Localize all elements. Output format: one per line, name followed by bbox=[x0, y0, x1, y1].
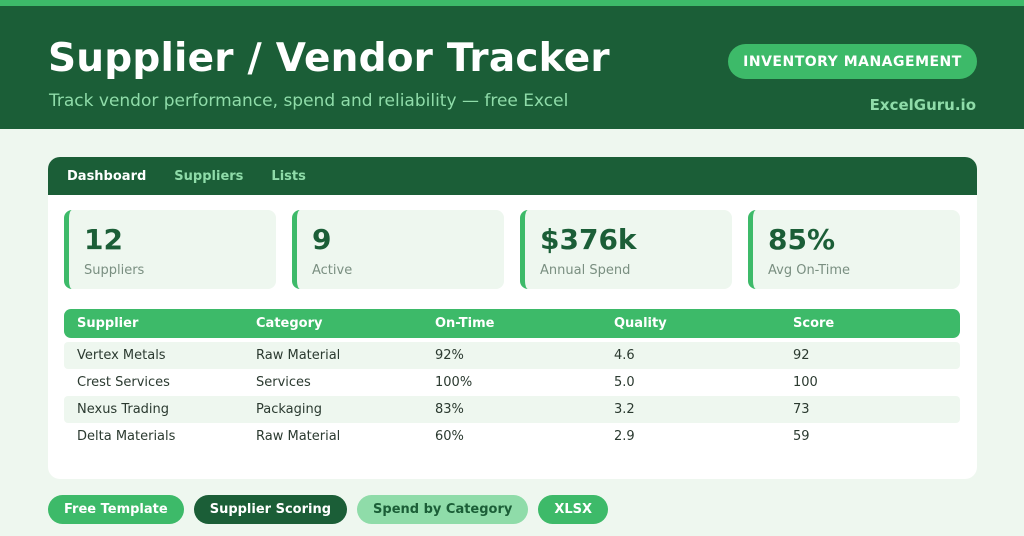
tag-free-template: Free Template bbox=[48, 495, 184, 524]
cell-on-time: 100% bbox=[435, 375, 473, 390]
tab-dashboard[interactable]: Dashboard bbox=[67, 169, 146, 184]
tab-lists[interactable]: Lists bbox=[271, 169, 305, 184]
cell-quality: 5.0 bbox=[614, 375, 635, 390]
page-header: Supplier / Vendor Tracker Track vendor p… bbox=[0, 6, 1024, 129]
cell-quality: 2.9 bbox=[614, 429, 635, 444]
tag-xlsx: XLSX bbox=[538, 495, 609, 524]
column-header-supplier: Supplier bbox=[77, 316, 139, 331]
cell-on-time: 60% bbox=[435, 429, 464, 444]
cell-category: Raw Material bbox=[256, 348, 341, 363]
cell-supplier: Nexus Trading bbox=[77, 402, 170, 417]
kpi-card-avg-on-time: 85% Avg On-Time bbox=[748, 210, 960, 289]
category-badge: INVENTORY MANAGEMENT bbox=[728, 44, 977, 79]
kpi-value: 12 bbox=[84, 223, 123, 256]
table-row[interactable]: Vertex Metals Raw Material 92% 4.6 92 bbox=[64, 342, 960, 369]
brand-name: ExcelGuru.io bbox=[869, 96, 976, 114]
tag-spend-by-category: Spend by Category bbox=[357, 495, 529, 524]
cell-category: Services bbox=[256, 375, 311, 390]
kpi-card-annual-spend: $376k Annual Spend bbox=[520, 210, 732, 289]
kpi-label: Suppliers bbox=[84, 263, 145, 278]
table-row[interactable]: Crest Services Services 100% 5.0 100 bbox=[64, 369, 960, 396]
table-row[interactable]: Delta Materials Raw Material 60% 2.9 59 bbox=[64, 423, 960, 450]
cell-score: 59 bbox=[793, 429, 810, 444]
kpi-row: 12 Suppliers 9 Active $376k Annual Spend… bbox=[64, 210, 960, 289]
cell-supplier: Crest Services bbox=[77, 375, 170, 390]
column-header-category: Category bbox=[256, 316, 323, 331]
kpi-card-active: 9 Active bbox=[292, 210, 504, 289]
cell-score: 100 bbox=[793, 375, 818, 390]
page-subtitle: Track vendor performance, spend and reli… bbox=[49, 91, 569, 111]
spreadsheet-preview-card: Dashboard Suppliers Lists 12 Suppliers 9… bbox=[48, 157, 977, 479]
cell-category: Packaging bbox=[256, 402, 322, 417]
cell-on-time: 83% bbox=[435, 402, 464, 417]
kpi-value: 9 bbox=[312, 223, 332, 256]
tag-supplier-scoring: Supplier Scoring bbox=[193, 495, 348, 524]
cell-supplier: Vertex Metals bbox=[77, 348, 166, 363]
kpi-label: Active bbox=[312, 263, 353, 278]
cell-score: 73 bbox=[793, 402, 810, 417]
cell-quality: 4.6 bbox=[614, 348, 635, 363]
kpi-card-suppliers: 12 Suppliers bbox=[64, 210, 276, 289]
cell-on-time: 92% bbox=[435, 348, 464, 363]
cell-quality: 3.2 bbox=[614, 402, 635, 417]
page-title: Supplier / Vendor Tracker bbox=[48, 36, 610, 81]
tab-suppliers[interactable]: Suppliers bbox=[174, 169, 243, 184]
kpi-value: $376k bbox=[540, 223, 637, 256]
column-header-quality: Quality bbox=[614, 316, 667, 331]
kpi-label: Annual Spend bbox=[540, 263, 631, 278]
feature-tags: Free Template Supplier Scoring Spend by … bbox=[48, 495, 618, 524]
cell-score: 92 bbox=[793, 348, 810, 363]
sheet-tab-bar: Dashboard Suppliers Lists bbox=[48, 157, 977, 195]
table-row[interactable]: Nexus Trading Packaging 83% 3.2 73 bbox=[64, 396, 960, 423]
cell-supplier: Delta Materials bbox=[77, 429, 176, 444]
kpi-value: 85% bbox=[768, 223, 836, 256]
table-header: Supplier Category On-Time Quality Score bbox=[64, 309, 960, 338]
column-header-on-time: On-Time bbox=[435, 316, 495, 331]
cell-category: Raw Material bbox=[256, 429, 341, 444]
column-header-score: Score bbox=[793, 316, 835, 331]
supplier-table: Supplier Category On-Time Quality Score … bbox=[64, 309, 960, 450]
kpi-label: Avg On-Time bbox=[768, 263, 850, 278]
